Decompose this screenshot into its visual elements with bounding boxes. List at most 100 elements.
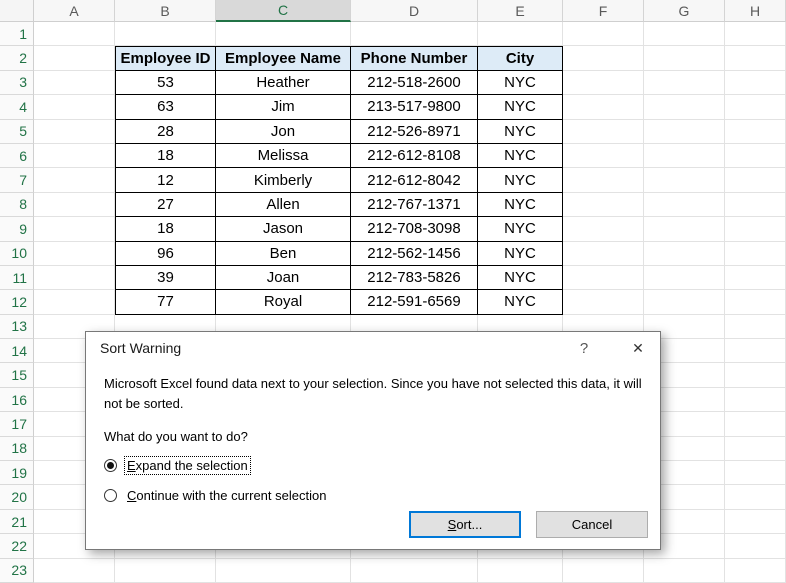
cell-H1[interactable]: [725, 22, 786, 46]
table-cell[interactable]: Melissa: [216, 144, 351, 168]
cell-G9[interactable]: [644, 217, 725, 241]
table-cell[interactable]: 212-612-8108: [351, 144, 478, 168]
row-header-10[interactable]: 10: [0, 242, 34, 266]
cell-G12[interactable]: [644, 290, 725, 314]
column-header-A[interactable]: A: [34, 0, 115, 22]
table-cell[interactable]: NYC: [478, 193, 563, 217]
column-header-D[interactable]: D: [351, 0, 478, 22]
cell-H13[interactable]: [725, 315, 786, 339]
cell-E1[interactable]: [478, 22, 563, 46]
table-cell[interactable]: Ben: [216, 242, 351, 266]
cell-F9[interactable]: [563, 217, 644, 241]
cell-G4[interactable]: [644, 95, 725, 119]
cell-H17[interactable]: [725, 412, 786, 436]
table-cell[interactable]: 27: [115, 193, 216, 217]
cell-G6[interactable]: [644, 144, 725, 168]
cell-F6[interactable]: [563, 144, 644, 168]
table-cell[interactable]: NYC: [478, 242, 563, 266]
cell-F1[interactable]: [563, 22, 644, 46]
row-header-11[interactable]: 11: [0, 266, 34, 290]
cell-G3[interactable]: [644, 71, 725, 95]
table-cell[interactable]: NYC: [478, 144, 563, 168]
row-header-6[interactable]: 6: [0, 144, 34, 168]
cell-B1[interactable]: [115, 22, 216, 46]
table-cell[interactable]: 213-517-9800: [351, 95, 478, 119]
table-cell[interactable]: Kimberly: [216, 168, 351, 192]
cell-H3[interactable]: [725, 71, 786, 95]
row-header-21[interactable]: 21: [0, 510, 34, 534]
sort-button[interactable]: Sort...: [409, 511, 521, 538]
table-cell[interactable]: 63: [115, 95, 216, 119]
table-cell[interactable]: 96: [115, 242, 216, 266]
table-cell[interactable]: NYC: [478, 217, 563, 241]
table-cell[interactable]: Jim: [216, 95, 351, 119]
expand-selection-label[interactable]: Expand the selection: [125, 457, 250, 474]
cell-H6[interactable]: [725, 144, 786, 168]
cell-A23[interactable]: [34, 559, 115, 583]
table-cell[interactable]: 212-591-6569: [351, 290, 478, 314]
row-header-8[interactable]: 8: [0, 193, 34, 217]
table-cell[interactable]: Heather: [216, 71, 351, 95]
table-cell[interactable]: 212-518-2600: [351, 71, 478, 95]
table-cell[interactable]: 53: [115, 71, 216, 95]
cell-H18[interactable]: [725, 437, 786, 461]
expand-selection-option[interactable]: Expand the selection: [86, 457, 660, 474]
cell-C1[interactable]: [216, 22, 351, 46]
cell-A5[interactable]: [34, 120, 115, 144]
row-header-12[interactable]: 12: [0, 290, 34, 314]
table-header-cell[interactable]: Phone Number: [351, 46, 478, 70]
column-header-B[interactable]: B: [115, 0, 216, 22]
column-header-H[interactable]: H: [725, 0, 786, 22]
row-header-16[interactable]: 16: [0, 388, 34, 412]
cell-H9[interactable]: [725, 217, 786, 241]
cell-D23[interactable]: [351, 559, 478, 583]
dialog-titlebar[interactable]: Sort Warning ? ✕: [86, 332, 660, 364]
continue-selection-option[interactable]: Continue with the current selection: [86, 487, 660, 504]
cancel-button[interactable]: Cancel: [536, 511, 648, 538]
table-cell[interactable]: NYC: [478, 120, 563, 144]
cell-A1[interactable]: [34, 22, 115, 46]
table-cell[interactable]: 12: [115, 168, 216, 192]
row-header-20[interactable]: 20: [0, 485, 34, 509]
cell-H11[interactable]: [725, 266, 786, 290]
table-header-cell[interactable]: City: [478, 46, 563, 70]
continue-selection-label[interactable]: Continue with the current selection: [125, 487, 328, 504]
cell-A3[interactable]: [34, 71, 115, 95]
cell-H16[interactable]: [725, 388, 786, 412]
table-header-cell[interactable]: Employee ID: [115, 46, 216, 70]
cell-F12[interactable]: [563, 290, 644, 314]
select-all-corner[interactable]: [0, 0, 34, 22]
row-header-7[interactable]: 7: [0, 168, 34, 192]
table-cell[interactable]: NYC: [478, 168, 563, 192]
column-header-G[interactable]: G: [644, 0, 725, 22]
column-header-F[interactable]: F: [563, 0, 644, 22]
table-cell[interactable]: 18: [115, 217, 216, 241]
cell-E23[interactable]: [478, 559, 563, 583]
cell-F4[interactable]: [563, 95, 644, 119]
table-cell[interactable]: 212-562-1456: [351, 242, 478, 266]
table-cell[interactable]: Joan: [216, 266, 351, 290]
row-header-9[interactable]: 9: [0, 217, 34, 241]
cell-F23[interactable]: [563, 559, 644, 583]
cell-H22[interactable]: [725, 534, 786, 558]
cell-H5[interactable]: [725, 120, 786, 144]
cell-G2[interactable]: [644, 46, 725, 70]
cell-H2[interactable]: [725, 46, 786, 70]
cell-G23[interactable]: [644, 559, 725, 583]
table-cell[interactable]: 212-526-8971: [351, 120, 478, 144]
row-header-15[interactable]: 15: [0, 363, 34, 387]
cell-G5[interactable]: [644, 120, 725, 144]
table-cell[interactable]: NYC: [478, 95, 563, 119]
cell-A8[interactable]: [34, 193, 115, 217]
cell-A10[interactable]: [34, 242, 115, 266]
cell-A11[interactable]: [34, 266, 115, 290]
cell-A2[interactable]: [34, 46, 115, 70]
cell-C23[interactable]: [216, 559, 351, 583]
row-header-1[interactable]: 1: [0, 22, 34, 46]
cell-F10[interactable]: [563, 242, 644, 266]
table-cell[interactable]: Jason: [216, 217, 351, 241]
column-header-C[interactable]: C: [216, 0, 351, 22]
row-header-22[interactable]: 22: [0, 534, 34, 558]
cell-G11[interactable]: [644, 266, 725, 290]
cell-H19[interactable]: [725, 461, 786, 485]
